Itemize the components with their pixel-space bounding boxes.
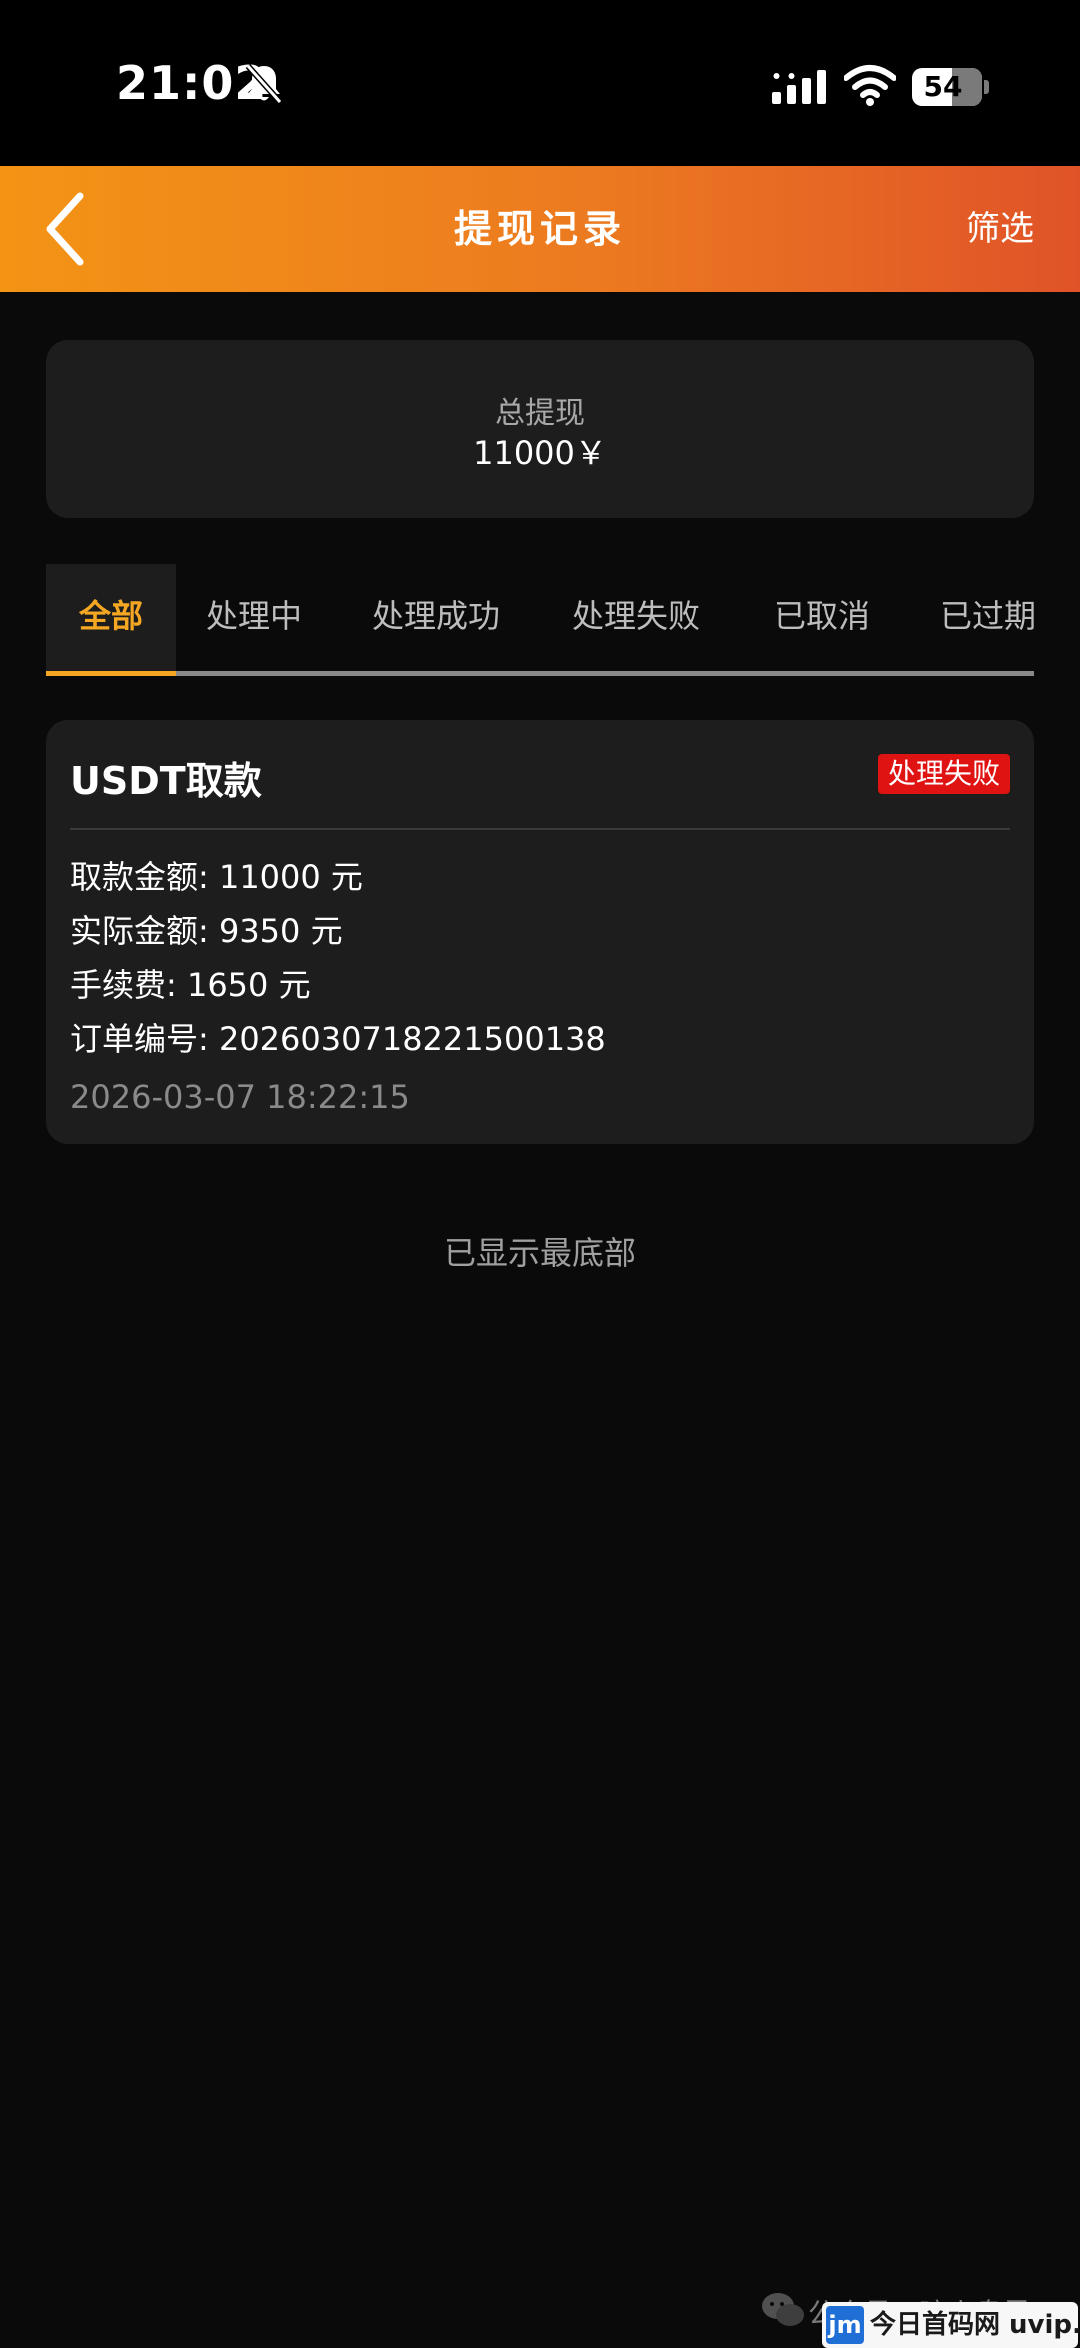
end-of-list-text: 已显示最底部 — [443, 1234, 636, 1272]
filter-button[interactable]: 筛选 — [966, 166, 1034, 292]
header-bar: 提现记录 筛选 — [0, 166, 1080, 292]
record-divider — [70, 828, 1010, 830]
record-timestamp: 2026-03-07 18:22:15 — [70, 1078, 410, 1116]
tab-cancelled[interactable]: 已取消 — [774, 564, 870, 671]
watermark-logo: jm 今日首码网 uvip.cc — [822, 2302, 1080, 2348]
battery-level: 54 — [923, 70, 963, 103]
tab-failed[interactable]: 处理失败 — [572, 564, 700, 671]
total-withdrawal-card: 总提现 11000￥ — [46, 340, 1034, 518]
watermark-logo-mark: jm — [826, 2306, 864, 2344]
tab-expired[interactable]: 已过期 — [940, 564, 1034, 671]
bell-slash-icon — [245, 64, 283, 104]
active-tab-indicator — [46, 671, 176, 676]
actual-amount: 实际金额: 9350 元 — [70, 912, 343, 950]
battery-tip — [984, 80, 989, 94]
wechat-icon — [762, 2293, 804, 2326]
withdrawal-records-page: 21:02 54 提现记录 筛选 总提现 11000￥ 全部 处理中 处理成功 … — [0, 0, 1080, 2348]
total-withdrawal-value: 11000￥ — [473, 434, 607, 472]
status-tabs: 全部 处理中 处理成功 处理失败 已取消 已过期 — [46, 564, 1034, 676]
withdrawal-amount: 取款金额: 11000 元 — [70, 858, 363, 896]
order-number: 订单编号: 2026030718221500138 — [70, 1020, 606, 1058]
fee-amount: 手续费: 1650 元 — [70, 966, 311, 1004]
tab-processing[interactable]: 处理中 — [206, 564, 302, 671]
withdrawal-record-card[interactable]: USDT取款 处理失败 取款金额: 11000 元 实际金额: 9350 元 手… — [46, 720, 1034, 1144]
page-title: 提现记录 — [453, 207, 626, 251]
wifi-icon — [844, 65, 896, 106]
signal-icon — [772, 70, 826, 104]
battery-icon: 54 — [912, 68, 982, 106]
status-bar: 21:02 54 — [0, 0, 1080, 166]
status-badge: 处理失败 — [877, 754, 1010, 794]
record-title: USDT取款 — [70, 759, 262, 803]
watermark-logo-text: 今日首码网 uvip.cc — [870, 2310, 1080, 2340]
tab-all[interactable]: 全部 — [46, 564, 176, 671]
tab-success[interactable]: 处理成功 — [372, 564, 500, 671]
total-withdrawal-label: 总提现 — [495, 396, 585, 431]
